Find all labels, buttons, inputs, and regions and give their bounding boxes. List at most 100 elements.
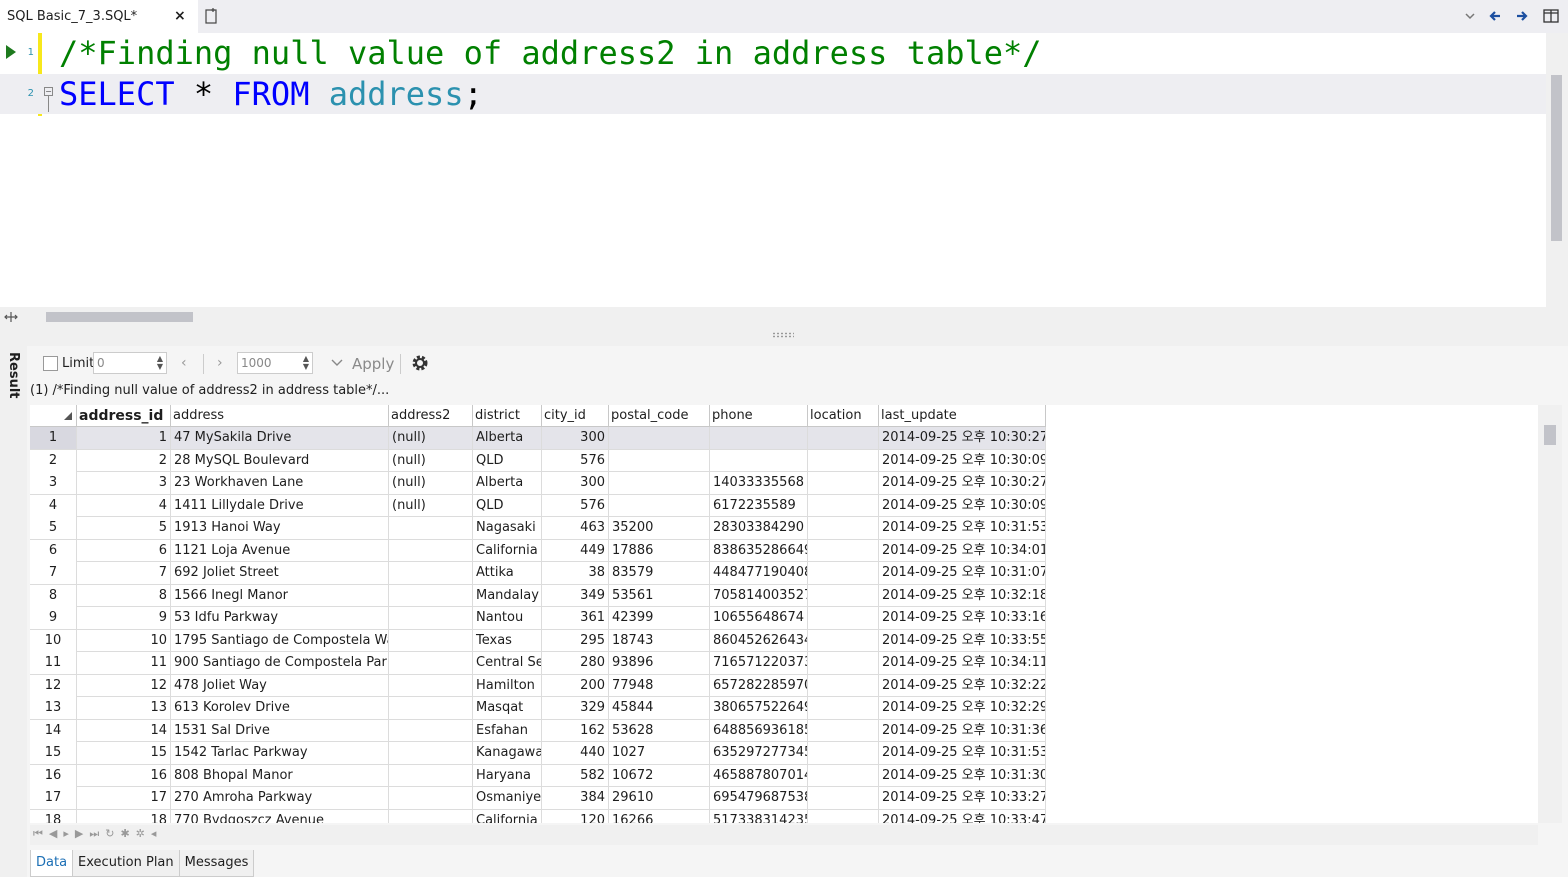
table-cell[interactable]: Attika <box>473 562 542 584</box>
table-row[interactable]: 18 18 770 Bydgoszcz Avenue California 120 162… <box>30 809 1046 823</box>
scroll-thumb[interactable] <box>46 312 193 322</box>
table-cell[interactable] <box>808 764 879 787</box>
split-view-icon[interactable] <box>1542 7 1560 25</box>
grid-vertical-scrollbar[interactable] <box>1538 405 1562 823</box>
table-cell[interactable]: QLD <box>473 494 542 517</box>
table-cell[interactable] <box>808 562 879 584</box>
table-cell[interactable]: Haryana <box>473 764 542 787</box>
table-cell[interactable]: 35200 <box>609 517 710 539</box>
table-cell[interactable]: 1913 Hanoi Way <box>171 517 389 539</box>
limit-checkbox[interactable] <box>43 356 58 371</box>
table-cell[interactable] <box>389 562 473 584</box>
column-header-postal-code[interactable]: postal_code <box>609 405 710 427</box>
table-cell[interactable]: 10672 <box>609 764 710 787</box>
previous-page-icon[interactable]: ‹ <box>181 355 187 371</box>
table-cell[interactable]: 716571220373 <box>710 652 808 674</box>
table-cell[interactable]: 280 <box>542 652 609 674</box>
table-cell[interactable]: 47 MySakila Drive <box>171 427 389 449</box>
table-cell[interactable] <box>389 742 473 764</box>
table-cell[interactable]: 770 Bydgoszcz Avenue <box>171 809 389 823</box>
table-cell[interactable] <box>710 427 808 449</box>
table-cell[interactable] <box>389 674 473 697</box>
table-cell[interactable]: 478 Joliet Way <box>171 674 389 697</box>
table-cell[interactable] <box>389 629 473 652</box>
table-cell[interactable]: 2014-09-25 오후 10:30:27 <box>879 472 1046 494</box>
table-cell[interactable]: 2014-09-25 오후 10:31:36 <box>879 719 1046 742</box>
table-row[interactable]: 2 2 28 MySQL Boulevard (null) QLD 576 2014-09-… <box>30 449 1046 472</box>
record-navigator-icons[interactable]: ⏮◀▸▶⏭↻✱✲◂ <box>33 827 162 841</box>
chevron-down-icon[interactable] <box>331 358 343 368</box>
table-cell[interactable]: Masqat <box>473 697 542 719</box>
result-label[interactable]: Result <box>6 352 21 399</box>
dropdown-icon[interactable] <box>1461 7 1479 25</box>
row-number[interactable]: 4 <box>30 494 77 517</box>
row-number[interactable]: 2 <box>30 449 77 472</box>
table-row[interactable]: 5 5 1913 Hanoi Way Nagasaki 463 35200 28303384… <box>30 517 1046 540</box>
table-cell[interactable] <box>389 787 473 809</box>
row-number[interactable]: 14 <box>30 719 77 742</box>
table-cell[interactable]: Mandalay <box>473 584 542 607</box>
table-cell[interactable] <box>389 697 473 719</box>
table-cell[interactable]: 93896 <box>609 652 710 674</box>
table-cell[interactable]: 838635286649 <box>710 539 808 562</box>
table-cell[interactable]: 53628 <box>609 719 710 742</box>
table-cell[interactable]: 1411 Lillydale Drive <box>171 494 389 517</box>
table-cell[interactable] <box>808 629 879 652</box>
document-tab[interactable]: SQL Basic_7_3.SQL* <box>0 0 198 33</box>
table-cell[interactable]: 45844 <box>609 697 710 719</box>
table-cell[interactable]: 2014-09-25 오후 10:31:07 <box>879 562 1046 584</box>
table-cell[interactable]: 2 <box>77 449 171 472</box>
table-cell[interactable]: 463 <box>542 517 609 539</box>
table-cell[interactable]: 53 Idfu Parkway <box>171 607 389 629</box>
table-cell[interactable]: 15 <box>77 742 171 764</box>
row-number[interactable]: 15 <box>30 742 77 764</box>
table-cell[interactable]: 2014-09-25 오후 10:33:16 <box>879 607 1046 629</box>
table-cell[interactable] <box>808 809 879 823</box>
tab-data[interactable]: Data <box>30 850 74 877</box>
table-cell[interactable] <box>389 719 473 742</box>
table-row[interactable]: 11 11 900 Santiago de Compostela Parkw Cent… <box>30 652 1046 675</box>
table-cell[interactable]: 582 <box>542 764 609 787</box>
table-cell[interactable]: 329 <box>542 697 609 719</box>
tab-execution-plan[interactable]: Execution Plan <box>72 850 180 877</box>
editor-line-2[interactable]: 2 − SELECT * FROM address; <box>0 74 1546 114</box>
table-cell[interactable]: 1542 Tarlac Parkway <box>171 742 389 764</box>
fold-toggle-icon[interactable]: − <box>44 87 53 96</box>
grid-horizontal-scrollbar[interactable] <box>30 825 1538 845</box>
table-row[interactable]: 1 1 47 MySakila Drive (null) Alberta 300 2014-… <box>30 427 1046 450</box>
table-cell[interactable]: 2014-09-25 오후 10:33:47 <box>879 809 1046 823</box>
table-cell[interactable]: 6172235589 <box>710 494 808 517</box>
close-tab-icon[interactable]: × <box>174 8 186 24</box>
row-number[interactable]: 10 <box>30 629 77 652</box>
table-cell[interactable] <box>808 494 879 517</box>
table-cell[interactable]: 635297277345 <box>710 742 808 764</box>
table-cell[interactable] <box>808 427 879 449</box>
table-cell[interactable]: 576 <box>542 494 609 517</box>
table-cell[interactable]: 349 <box>542 584 609 607</box>
tab-messages[interactable]: Messages <box>178 850 255 877</box>
table-cell[interactable]: Nagasaki <box>473 517 542 539</box>
gear-icon[interactable] <box>410 353 430 373</box>
table-cell[interactable]: 77948 <box>609 674 710 697</box>
table-cell[interactable] <box>808 539 879 562</box>
table-cell[interactable]: 2014-09-25 오후 10:31:53 <box>879 517 1046 539</box>
table-cell[interactable]: 2014-09-25 오후 10:32:18 <box>879 584 1046 607</box>
table-cell[interactable]: 23 Workhaven Lane <box>171 472 389 494</box>
table-cell[interactable]: 6 <box>77 539 171 562</box>
table-row[interactable]: 14 14 1531 Sal Drive Esfahan 162 53628 6488569… <box>30 719 1046 742</box>
table-row[interactable]: 10 10 1795 Santiago de Compostela Way Texas… <box>30 629 1046 652</box>
column-header-address[interactable]: address <box>171 405 389 427</box>
table-cell[interactable]: 860452626434 <box>710 629 808 652</box>
table-cell[interactable] <box>808 449 879 472</box>
table-cell[interactable] <box>389 517 473 539</box>
table-cell[interactable] <box>808 787 879 809</box>
table-cell[interactable] <box>609 449 710 472</box>
table-cell[interactable]: 9 <box>77 607 171 629</box>
table-cell[interactable]: 613 Korolev Drive <box>171 697 389 719</box>
table-row[interactable]: 16 16 808 Bhopal Manor Haryana 582 10672 46588… <box>30 764 1046 787</box>
table-cell[interactable] <box>808 697 879 719</box>
table-row[interactable]: 4 4 1411 Lillydale Drive (null) QLD 576 617223… <box>30 494 1046 517</box>
apply-button[interactable]: Apply <box>352 355 394 373</box>
table-cell[interactable] <box>710 449 808 472</box>
table-cell[interactable]: 17 <box>77 787 171 809</box>
